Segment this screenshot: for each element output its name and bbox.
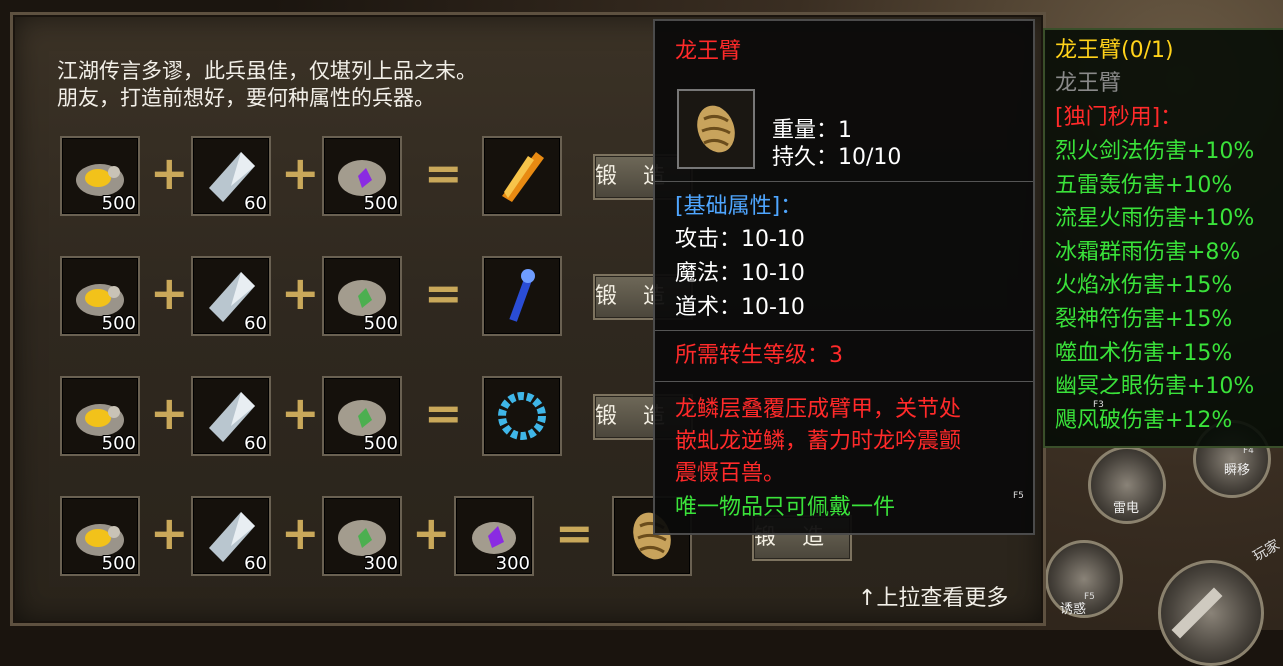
- set-piece: 龙王臂: [1055, 71, 1122, 96]
- set-bonus-line: 冰霜群雨伤害+8%: [1055, 240, 1241, 265]
- material-slot-gem-ore[interactable]: 500: [322, 256, 402, 336]
- plus-sign: +: [281, 386, 320, 440]
- quantity-label: 500: [101, 313, 136, 334]
- equals-sign: =: [424, 146, 463, 200]
- skill-label: 瞬移: [1224, 463, 1251, 478]
- item-tooltip: 龙王臂 重量：1 持久：10/10 [基础属性]： 攻击：10-10 魔法：10…: [653, 19, 1035, 535]
- material-slot-gem-ore[interactable]: 500: [322, 376, 402, 456]
- set-bonus-line: 烈火剑法伤害+10%: [1055, 139, 1255, 164]
- plus-sign: +: [281, 146, 320, 200]
- material-slot-gem-ore[interactable]: 300: [322, 496, 402, 576]
- quantity-label: 500: [363, 193, 398, 214]
- f5-key-label: F5: [1084, 592, 1095, 602]
- result-slot-fire-claw[interactable]: [482, 136, 562, 216]
- unique-item-note: 唯一物品只可佩戴一件: [675, 495, 896, 520]
- material-slot-gold-ore[interactable]: 500: [60, 376, 140, 456]
- necklace-icon: [498, 392, 546, 440]
- quantity-label: 60: [244, 433, 267, 454]
- material-slot-crystal[interactable]: 60: [191, 136, 271, 216]
- set-bonus-line: 裂神符伤害+15%: [1055, 307, 1233, 332]
- set-bonus-line: 流星火雨伤害+10%: [1055, 206, 1255, 231]
- taoism-stat: 道术：10-10: [675, 295, 805, 320]
- set-bonus-line: 火焰冰伤害+15%: [1055, 273, 1233, 298]
- quantity-label: 500: [363, 433, 398, 454]
- plus-sign: +: [150, 506, 189, 560]
- skill-button-large[interactable]: [1158, 560, 1264, 666]
- set-header: [独门秒用]：: [1055, 105, 1183, 130]
- plus-sign: +: [281, 506, 320, 560]
- rebirth-requirement: 所需转生等级：3: [675, 343, 843, 368]
- set-title: 龙王臂(0/1): [1055, 38, 1174, 63]
- result-slot-bead-necklace[interactable]: [482, 376, 562, 456]
- skill-button-thunder[interactable]: 雷电: [1088, 446, 1166, 524]
- f5-key-label: F5: [1013, 491, 1024, 501]
- divider: [655, 381, 1033, 382]
- plus-sign: +: [412, 506, 451, 560]
- base-attributes-header: [基础属性]：: [675, 194, 803, 219]
- divider: [655, 181, 1033, 182]
- sword-icon: [1171, 587, 1223, 639]
- skill-label: 雷电: [1113, 501, 1140, 516]
- set-bonus-line: 幽冥之眼伤害+10%: [1055, 374, 1255, 399]
- quantity-label: 60: [244, 313, 267, 334]
- set-bonus-line: 噬血术伤害+15%: [1055, 341, 1233, 366]
- item-icon-frame: [677, 89, 755, 169]
- material-slot-gold-ore[interactable]: 500: [60, 136, 140, 216]
- quantity-label: 300: [363, 553, 398, 574]
- quantity-label: 500: [101, 553, 136, 574]
- result-slot-dragon-staff[interactable]: [482, 256, 562, 336]
- f3-key-label: F3: [1093, 400, 1104, 410]
- fire-claw-icon: [502, 152, 544, 202]
- scroll-more-hint[interactable]: ↑上拉查看更多: [858, 580, 1008, 612]
- material-slot-gold-ore[interactable]: 500: [60, 496, 140, 576]
- item-description-line: 震慑百兽。: [675, 461, 786, 486]
- set-bonus-tooltip: 龙王臂(0/1) 龙王臂 [独门秒用]： 烈火剑法伤害+10% 五雷轰伤害+10…: [1043, 28, 1283, 448]
- material-slot-purple-gem[interactable]: 300: [454, 496, 534, 576]
- skill-button-charm[interactable]: 诱惑: [1045, 540, 1123, 618]
- material-slot-crystal[interactable]: 60: [191, 376, 271, 456]
- plus-sign: +: [150, 266, 189, 320]
- material-slot-gem-ore[interactable]: 500: [322, 136, 402, 216]
- skill-label: 诱惑: [1060, 602, 1087, 617]
- item-description-line: 嵌虬龙逆鳞，蓄力时龙吟震颤: [675, 429, 962, 454]
- quantity-label: 500: [101, 193, 136, 214]
- divider: [655, 330, 1033, 331]
- dialog-line-2: 朋友，打造前想好，要何种属性的兵器。: [57, 86, 435, 110]
- equals-sign: =: [424, 386, 463, 440]
- quantity-label: 500: [363, 313, 398, 334]
- material-slot-crystal[interactable]: 60: [191, 496, 271, 576]
- equals-sign: =: [555, 506, 594, 560]
- plus-sign: +: [281, 266, 320, 320]
- blue-staff-icon: [509, 269, 535, 322]
- set-bonus-line: 五雷轰伤害+10%: [1055, 173, 1233, 198]
- item-name: 龙王臂: [675, 39, 742, 64]
- npc-dialog-text: 江湖传言多谬，此兵虽佳，仅堪列上品之末。 朋友，打造前想好，要何种属性的兵器。: [57, 58, 477, 112]
- dialog-line-1: 江湖传言多谬，此兵虽佳，仅堪列上品之末。: [57, 59, 477, 83]
- quantity-label: 500: [101, 433, 136, 454]
- material-slot-crystal[interactable]: 60: [191, 256, 271, 336]
- item-description-line: 龙鳞层叠覆压成臂甲，关节处: [675, 397, 962, 422]
- quantity-label: 60: [244, 193, 267, 214]
- dragon-arm-icon: [697, 105, 735, 153]
- item-durability: 持久：10/10: [772, 145, 902, 170]
- equals-sign: =: [424, 266, 463, 320]
- material-slot-gold-ore[interactable]: 500: [60, 256, 140, 336]
- quantity-label: 300: [495, 553, 530, 574]
- plus-sign: +: [150, 146, 189, 200]
- quantity-label: 60: [244, 553, 267, 574]
- plus-sign: +: [150, 386, 189, 440]
- magic-stat: 魔法：10-10: [675, 261, 805, 286]
- attack-stat: 攻击：10-10: [675, 227, 805, 252]
- set-bonus-line: 飓风破伤害+12%: [1055, 408, 1233, 433]
